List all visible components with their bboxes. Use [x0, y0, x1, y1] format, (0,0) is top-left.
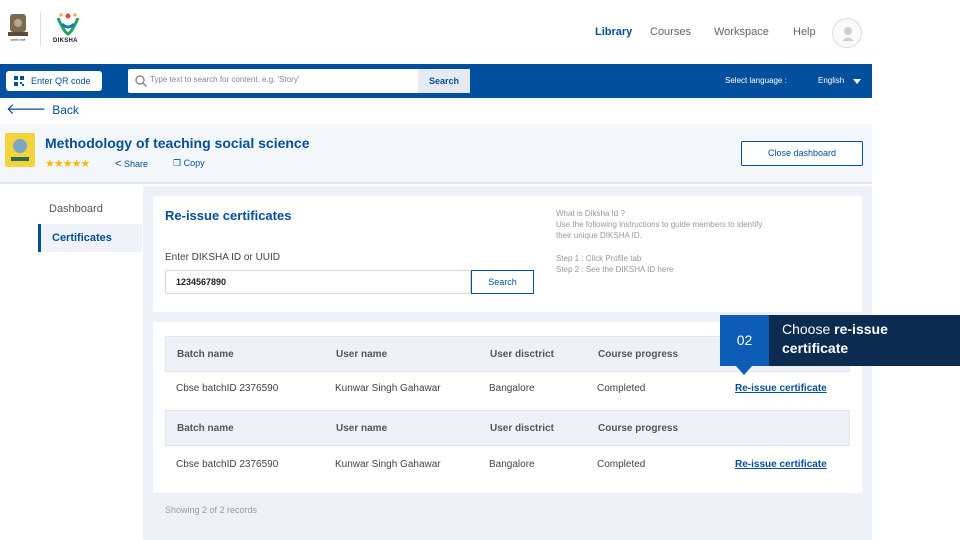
help-line: Step 2 : See the DIKSHA ID here — [556, 265, 674, 274]
table-header-row: Batch name User name User disctrict Cour… — [165, 410, 850, 446]
help-line: their unique DIKSHA ID. — [556, 231, 642, 240]
callout-pointer — [736, 366, 752, 375]
search-bar: Enter QR code Type text to search for co… — [0, 64, 872, 98]
column-header: Batch name — [177, 423, 234, 434]
batch-name-cell: Cbse batchID 2376590 — [176, 383, 279, 394]
nav-workspace[interactable]: Workspace — [714, 26, 769, 38]
svg-text:सत्यमेव जयते: सत्यमेव जयते — [11, 38, 26, 42]
batch-name-cell: Cbse batchID 2376590 — [176, 459, 279, 470]
table-row: Cbse batchID 2376590 Kunwar Singh Gahawa… — [165, 448, 850, 480]
column-header: Course progress — [598, 349, 679, 360]
id-search-button[interactable]: Search — [471, 270, 534, 294]
column-header: User disctrict — [490, 349, 554, 360]
id-field-label: Enter DIKSHA ID or UUID — [165, 252, 281, 263]
search-placeholder: Type text to search for content. e.g. 'S… — [150, 75, 300, 84]
user-avatar-icon[interactable] — [832, 18, 862, 48]
close-dashboard-button[interactable]: Close dashboard — [741, 141, 863, 166]
help-line: Step 1 : Click Profile tab — [556, 254, 642, 263]
callout-text-plain: Choose — [782, 321, 835, 337]
qr-code-icon — [14, 76, 24, 86]
callout-text-bold: re-issue — [834, 321, 888, 337]
progress-cell: Completed — [597, 459, 646, 470]
callout-text: Choose re-issue certificate — [782, 320, 888, 358]
callout-step-badge: 02 — [720, 315, 769, 366]
menu-item-label: Certificates — [52, 232, 112, 244]
step-callout: 02 Choose re-issue certificate — [720, 315, 960, 366]
course-header: Methodology of teaching social science ★… — [0, 124, 872, 184]
share-label: Share — [123, 159, 148, 169]
logo-text: DIKSHA — [53, 38, 78, 44]
district-cell: Bangalore — [489, 459, 535, 470]
help-line: Use the following instructions to guide … — [556, 220, 763, 229]
section-title: Re-issue certificates — [165, 208, 292, 223]
search-button[interactable]: Search — [418, 69, 470, 93]
rating-stars-icon: ★★★★★ — [45, 158, 90, 170]
column-header: Course progress — [598, 423, 679, 434]
menu-item-certificates[interactable]: Certificates — [38, 224, 142, 252]
reissue-certificate-link[interactable]: Re-issue certificate — [735, 383, 827, 394]
district-cell: Bangalore — [489, 383, 535, 394]
share-icon: < — [115, 158, 122, 170]
nav-courses[interactable]: Courses — [650, 26, 691, 38]
callout-step-number: 02 — [736, 332, 753, 348]
language-label: Select language : — [725, 76, 787, 85]
copy-button[interactable]: ❐ Copy — [173, 158, 205, 169]
copy-label: Copy — [183, 158, 205, 168]
column-header: User disctrict — [490, 423, 554, 434]
back-arrow-icon: 🡐 — [6, 101, 47, 118]
copy-icon: ❐ — [173, 158, 182, 168]
enter-qr-code-button[interactable]: Enter QR code — [6, 71, 102, 91]
callout-text-bold: certificate — [782, 340, 849, 356]
state-emblem-icon: सत्यमेव जयते — [7, 12, 29, 42]
top-header: सत्यमेव जयते DIKSHA Library Courses Work… — [0, 0, 960, 64]
qr-label: Enter QR code — [31, 76, 91, 86]
header-divider — [40, 12, 41, 46]
diksha-id-help: What is Diksha Id ? Use the following in… — [556, 208, 762, 275]
table-row: Cbse batchID 2376590 Kunwar Singh Gahawa… — [165, 372, 850, 404]
diksha-id-input[interactable]: 1234567890 — [165, 270, 471, 294]
menu-item-dashboard[interactable]: Dashboard — [49, 203, 103, 215]
column-header: Batch name — [177, 349, 234, 360]
back-link[interactable]: 🡐 Back — [6, 99, 79, 118]
column-header: User name — [336, 423, 388, 434]
back-label: Back — [52, 103, 79, 117]
reissue-certificate-link[interactable]: Re-issue certificate — [735, 459, 827, 470]
nav-help[interactable]: Help — [793, 26, 816, 38]
reissue-form-card: Re-issue certificates Enter DIKSHA ID or… — [153, 196, 862, 312]
progress-cell: Completed — [597, 383, 646, 394]
help-line: What is Diksha Id ? — [556, 209, 625, 218]
share-button[interactable]: < Share — [115, 158, 148, 170]
language-select[interactable]: English — [818, 76, 844, 85]
search-input[interactable]: Type text to search for content. e.g. 'S… — [128, 69, 418, 93]
search-icon — [135, 75, 147, 87]
course-title: Methodology of teaching social science — [45, 135, 310, 151]
column-header: User name — [336, 349, 388, 360]
course-thumbnail — [5, 133, 35, 167]
user-name-cell: Kunwar Singh Gahawar — [335, 459, 441, 470]
user-name-cell: Kunwar Singh Gahawar — [335, 383, 441, 394]
nav-library[interactable]: Library — [595, 26, 632, 38]
records-count: Showing 2 of 2 records — [165, 505, 258, 515]
chevron-down-icon[interactable] — [853, 79, 861, 84]
